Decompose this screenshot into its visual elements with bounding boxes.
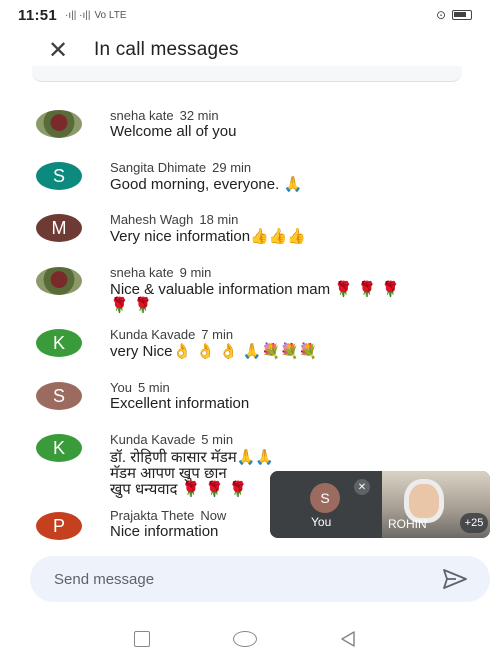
sender-name: Kunda Kavade bbox=[110, 327, 196, 342]
message-time: 29 min bbox=[212, 160, 252, 175]
status-right: ⊙ bbox=[436, 8, 472, 22]
message-time: 7 min bbox=[201, 327, 234, 342]
message-sender-line: Prajakta Thete Now bbox=[110, 508, 226, 523]
back-icon bbox=[341, 631, 356, 647]
message-text-body: Good morning, everyone. bbox=[110, 176, 284, 193]
more-participants-badge: +25 bbox=[460, 513, 488, 533]
message-text: Good morning, everyone. 🙏 bbox=[110, 175, 302, 193]
sender-name: Sangita Dhimate bbox=[110, 160, 207, 175]
avatar: S bbox=[310, 483, 340, 513]
call-pip-panel[interactable]: S You ✕ ROHIN +25 bbox=[270, 471, 490, 538]
network-label: Vo LTE bbox=[94, 9, 127, 21]
avatar: M bbox=[36, 214, 82, 242]
send-icon[interactable] bbox=[442, 568, 468, 590]
rose-emoji-icon: 🌹 🌹 bbox=[110, 296, 153, 314]
message-sender-line: Mahesh Wagh 18 min bbox=[110, 212, 238, 227]
partial-message-bubble bbox=[32, 66, 462, 82]
message-text: Nice & valuable information mam 🌹 🌹 🌹 bbox=[110, 280, 400, 298]
mic-off-icon: ✕ bbox=[354, 479, 370, 495]
message-sender-line: sneha kate 9 min bbox=[110, 265, 211, 280]
avatar: K bbox=[36, 434, 82, 462]
app-header: ✕ In call messages bbox=[0, 30, 490, 70]
avatar: S bbox=[36, 382, 82, 410]
status-time: 11:51 bbox=[18, 6, 58, 24]
message-composer bbox=[30, 556, 490, 602]
message-sender-line: Kunda Kavade 5 min bbox=[110, 432, 233, 447]
avatar: K bbox=[36, 329, 82, 357]
participant-video-tile[interactable]: ROHIN +25 bbox=[382, 471, 490, 538]
alarm-icon: ⊙ bbox=[435, 8, 446, 22]
participant-name: ROHIN bbox=[388, 517, 427, 531]
message-sender-line: You 5 min bbox=[110, 380, 170, 395]
sender-name: sneha kate bbox=[110, 265, 174, 280]
ok-hand-emoji-icon: 👌 👌 👌 🙏💐💐💐 bbox=[172, 342, 318, 360]
message-text-body: Very nice information bbox=[110, 228, 251, 245]
thumbs-up-emoji-icon: 👍👍👍 bbox=[250, 227, 307, 245]
message-text: Welcome all of you bbox=[110, 123, 237, 140]
pray-emoji-icon: 🙏 bbox=[283, 175, 303, 193]
page-title: In call messages bbox=[94, 39, 239, 60]
message-time: 18 min bbox=[199, 212, 239, 227]
rose-emoji-icon: 🌹 🌹 🌹 bbox=[181, 480, 248, 498]
avatar: S bbox=[36, 162, 82, 190]
status-icons: ·ı|| ·ı|| Vo LTE bbox=[65, 10, 126, 21]
system-nav-bar bbox=[0, 622, 490, 656]
message-text: Very nice information👍👍👍 bbox=[110, 227, 306, 245]
status-bar: 11:51 ·ı|| ·ı|| Vo LTE ⊙ bbox=[0, 0, 490, 30]
recents-button[interactable] bbox=[122, 624, 162, 654]
pray-emoji-icon: 🙏🙏 bbox=[236, 448, 275, 466]
self-tile-label: You bbox=[311, 515, 332, 529]
send-message-input[interactable] bbox=[54, 567, 414, 591]
message-text-body: खुप धन्यवाद bbox=[110, 481, 182, 498]
message-text-body: very Nice bbox=[110, 343, 173, 360]
sender-name: Kunda Kavade bbox=[110, 432, 196, 447]
home-icon bbox=[232, 631, 257, 647]
message-time: 32 min bbox=[179, 108, 219, 123]
self-tile[interactable]: S You ✕ bbox=[270, 471, 382, 538]
message-sender-line: Sangita Dhimate 29 min bbox=[110, 160, 251, 175]
sender-name: sneha kate bbox=[110, 108, 174, 123]
message-time: Now bbox=[200, 508, 227, 523]
message-text: Nice information bbox=[110, 523, 219, 540]
signal-icon: ·ı|| ·ı|| bbox=[65, 9, 91, 21]
message-time: 9 min bbox=[179, 265, 212, 280]
back-button[interactable] bbox=[328, 624, 368, 654]
message-time: 5 min bbox=[137, 380, 170, 395]
avatar bbox=[36, 110, 82, 138]
message-time: 5 min bbox=[201, 432, 234, 447]
sender-name: You bbox=[110, 380, 132, 395]
message-text: very Nice👌 👌 👌 🙏💐💐💐 bbox=[110, 342, 318, 360]
rose-emoji-icon: 🌹 🌹 🌹 bbox=[334, 280, 400, 298]
message-text: Excellent information bbox=[110, 395, 250, 412]
battery-icon bbox=[452, 10, 472, 20]
message-sender-line: sneha kate 32 min bbox=[110, 108, 219, 123]
avatar bbox=[36, 267, 82, 295]
sender-name: Mahesh Wagh bbox=[110, 212, 194, 227]
message-sender-line: Kunda Kavade 7 min bbox=[110, 327, 233, 342]
message-text-line3: खुप धन्यवाद 🌹 🌹 🌹 bbox=[110, 479, 247, 499]
avatar: P bbox=[36, 512, 82, 540]
sender-name: Prajakta Thete bbox=[110, 508, 195, 523]
close-icon[interactable]: ✕ bbox=[46, 36, 70, 65]
recents-icon bbox=[133, 631, 150, 647]
home-button[interactable] bbox=[225, 624, 265, 654]
